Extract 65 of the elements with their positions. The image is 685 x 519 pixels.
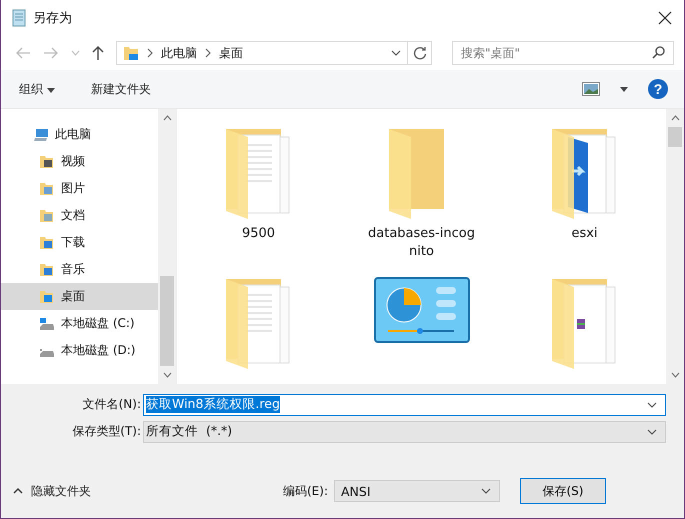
sidebar-item[interactable]: 本地磁盘 (D:) xyxy=(1,337,158,364)
search-field[interactable]: 搜索"桌面" xyxy=(452,41,674,65)
sidebar-item[interactable]: 音乐 xyxy=(1,256,158,283)
new-folder-button[interactable]: 新建文件夹 xyxy=(82,76,159,102)
folder-icon xyxy=(39,262,55,276)
sidebar-item[interactable]: 图片 xyxy=(1,175,158,202)
sidebar-item[interactable]: 下载 xyxy=(1,229,158,256)
file-item[interactable]: databases-incognito xyxy=(340,127,503,277)
chevron-right-icon xyxy=(205,48,211,58)
caret-icon[interactable] xyxy=(620,86,628,92)
chevron-up-icon[interactable] xyxy=(670,115,680,121)
organize-menu-button[interactable]: 组织 xyxy=(11,76,63,102)
sidebar-item[interactable]: 文档 xyxy=(1,202,158,229)
file-item[interactable]: 9500 xyxy=(177,127,340,277)
scrollbar[interactable] xyxy=(158,109,176,384)
file-name: databases-incognito xyxy=(367,225,476,261)
notepad-icon xyxy=(11,9,27,27)
file-name: 9500 xyxy=(240,225,276,243)
help-button[interactable]: ? xyxy=(648,79,668,99)
chevron-up-icon xyxy=(13,488,23,494)
sidebar-item[interactable]: 桌面 xyxy=(1,283,158,310)
close-icon[interactable] xyxy=(658,11,672,25)
folder-icon xyxy=(39,154,55,168)
field-label: 编码(E): xyxy=(283,482,328,500)
drive-icon xyxy=(39,318,55,330)
computer-icon xyxy=(33,128,49,142)
chevron-down-icon[interactable] xyxy=(162,372,172,378)
address-bar[interactable]: 此电脑 桌面 xyxy=(116,41,408,65)
sidebar-item[interactable]: 此电脑 xyxy=(1,121,158,148)
chevron-down-icon[interactable] xyxy=(391,50,401,56)
file-item[interactable]: esxi xyxy=(503,127,666,277)
field-label: 文件名(N): xyxy=(82,396,142,413)
folder-icon xyxy=(39,208,55,222)
sidebar-item[interactable]: 视频 xyxy=(1,148,158,175)
up-arrow-icon[interactable] xyxy=(92,45,104,61)
view-options-icon[interactable] xyxy=(582,82,600,96)
search-icon xyxy=(652,46,665,59)
hide-folders-button[interactable]: 隐藏文件夹 xyxy=(1,478,103,504)
scrollbar-thumb[interactable] xyxy=(160,276,174,366)
breadcrumb-item[interactable]: 此电脑 xyxy=(161,44,197,62)
field-label: 保存类型(T): xyxy=(71,423,142,440)
chevron-down-icon[interactable] xyxy=(670,372,680,378)
file-name: esxi xyxy=(570,225,599,243)
chevron-right-icon xyxy=(147,48,153,58)
chevron-down-icon[interactable] xyxy=(647,402,657,408)
folder-icon xyxy=(39,236,55,250)
save-button[interactable]: 保存(S) xyxy=(520,478,606,504)
refresh-button[interactable] xyxy=(408,41,432,65)
breadcrumb-item[interactable]: 桌面 xyxy=(219,44,243,62)
sidebar-item[interactable]: 本地磁盘 (C:) xyxy=(1,310,158,337)
window-title: 另存为 xyxy=(33,10,72,27)
folder-icon xyxy=(39,182,55,196)
caret-icon xyxy=(46,88,55,92)
file-type-dropdown[interactable]: 所有文件 (*.*) xyxy=(143,420,666,442)
scrollbar-thumb[interactable] xyxy=(668,127,682,147)
encoding-dropdown[interactable]: ANSI xyxy=(334,480,500,502)
folder-icon xyxy=(123,45,139,61)
chevron-down-icon[interactable] xyxy=(647,428,657,434)
folder-icon xyxy=(39,290,55,304)
filename-field[interactable]: 获取Win8系统权限.reg xyxy=(143,394,666,416)
chevron-down-icon[interactable] xyxy=(481,488,491,494)
control-panel-icon xyxy=(374,277,470,343)
refresh-icon xyxy=(412,46,426,60)
chevron-up-icon[interactable] xyxy=(162,115,172,121)
scrollbar[interactable] xyxy=(666,109,684,384)
